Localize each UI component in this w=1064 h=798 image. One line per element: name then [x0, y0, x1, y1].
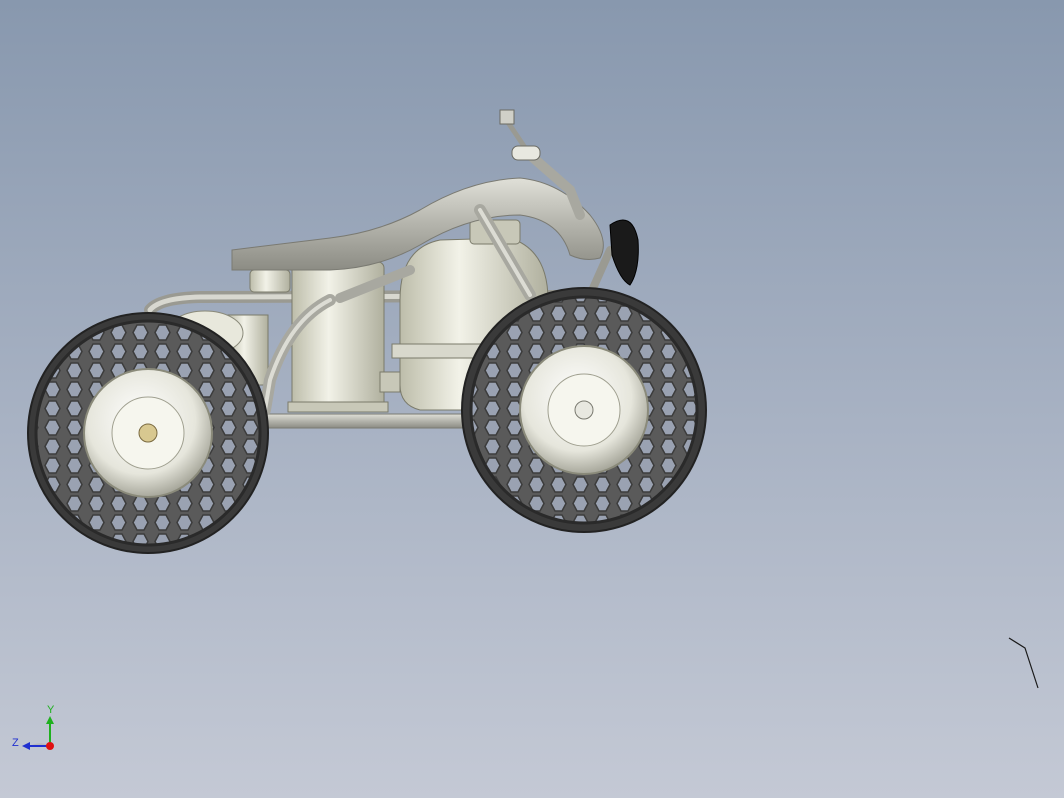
- orientation-triad[interactable]: Y Z: [12, 704, 55, 750]
- mirror[interactable]: [499, 109, 515, 125]
- z-axis-label: Z: [12, 737, 19, 749]
- atv-model[interactable]: [27, 109, 707, 554]
- y-axis-label: Y: [47, 704, 55, 716]
- cad-viewport[interactable]: Y Z: [0, 0, 1064, 798]
- headlight[interactable]: [609, 219, 639, 286]
- rear-hub[interactable]: [138, 423, 158, 443]
- rear-wheel[interactable]: [27, 312, 269, 554]
- handlebar-grip[interactable]: [511, 145, 541, 161]
- front-hub[interactable]: [574, 400, 594, 420]
- front-wheel[interactable]: [461, 287, 707, 533]
- sketch-line: [1008, 637, 1039, 689]
- x-axis-dot: [46, 742, 54, 750]
